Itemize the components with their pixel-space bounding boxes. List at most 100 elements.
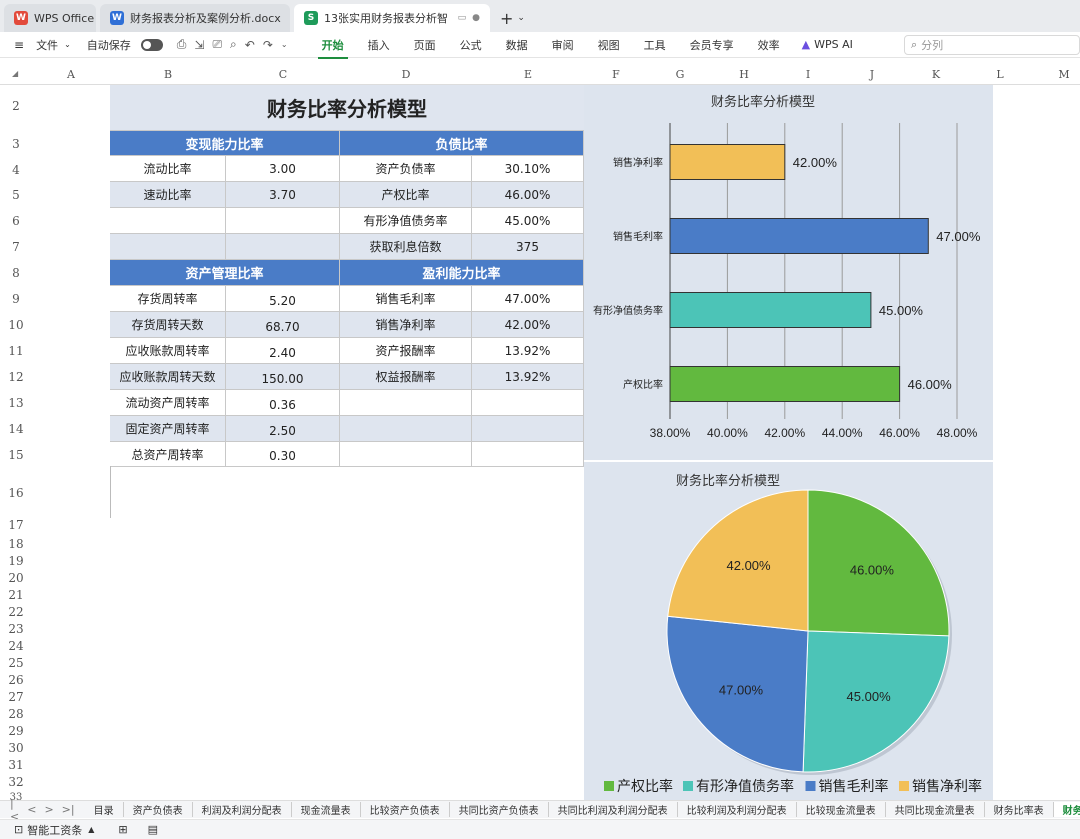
print-preview-icon[interactable]: ⌕ (226, 37, 241, 52)
bar-chart[interactable]: 财务比率分析模型 38.00% 40.00% 42.00% 44.00% 46.00% 4… (584, 85, 993, 460)
column-header-d[interactable]: D (340, 65, 472, 85)
row-header[interactable]: 3 (0, 137, 32, 151)
row-header[interactable]: 18 (0, 537, 32, 551)
ratio-value-cell[interactable]: 30.10% (472, 156, 584, 182)
ratio-name-cell[interactable]: 权益报酬率 (340, 364, 472, 390)
pie-chart[interactable]: 财务比率分析模型 46.00% 45.00% 47.00% 42.00% 产权比率 有形净… (584, 462, 993, 800)
next-sheet-icon[interactable]: > (40, 803, 57, 816)
column-header-a[interactable]: A (32, 65, 110, 85)
menu-review[interactable]: 审阅 (540, 37, 586, 53)
menu-member[interactable]: 会员专享 (678, 37, 746, 53)
row-header[interactable]: 28 (0, 707, 32, 721)
row-header[interactable]: 15 (0, 448, 32, 462)
sheet-tab-active[interactable]: 财务比率 (1053, 802, 1080, 817)
row-header[interactable]: 10 (0, 318, 32, 332)
tab-wps-office[interactable]: W WPS Office (4, 4, 96, 32)
row-header[interactable]: 2 (0, 99, 32, 113)
column-header-h[interactable]: H (712, 65, 776, 85)
tab-word-document[interactable]: W 财务报表分析及案例分析.docx ● (100, 4, 290, 32)
sheet-tab[interactable]: 利润及利润分配表 (193, 802, 292, 817)
row-header[interactable]: 27 (0, 690, 32, 704)
row-header[interactable]: 20 (0, 571, 32, 585)
ratio-value-cell[interactable]: 68.70 (226, 312, 340, 338)
empty-cell[interactable] (110, 208, 226, 234)
export-icon[interactable]: ⇲ (190, 38, 208, 52)
chevron-down-icon[interactable]: ⌄ (64, 40, 81, 49)
ratio-value-cell[interactable]: 2.40 (226, 338, 340, 364)
undo-icon[interactable]: ↶ (241, 38, 259, 52)
redo-icon[interactable]: ↷ (259, 38, 277, 52)
menu-home[interactable]: 开始 (310, 37, 356, 59)
column-header-b[interactable]: B (110, 65, 226, 85)
ratio-name-cell[interactable]: 获取利息倍数 (340, 234, 472, 260)
select-all-corner[interactable]: ◢ (12, 69, 18, 78)
sheet-tab[interactable]: 共同比现金流量表 (886, 802, 985, 817)
column-header-e[interactable]: E (472, 65, 584, 85)
search-input[interactable]: ⌕ 分列 (904, 35, 1080, 55)
ratio-name-cell[interactable]: 存货周转率 (110, 286, 226, 312)
ratio-name-cell[interactable]: 销售毛利率 (340, 286, 472, 312)
section-header-debt[interactable]: 负债比率 (340, 131, 584, 156)
sheet-tab[interactable]: 共同比资产负债表 (450, 802, 549, 817)
column-header-g[interactable]: G (648, 65, 712, 85)
row-header[interactable]: 24 (0, 639, 32, 653)
new-tab-button[interactable]: + ⌄ (494, 4, 531, 32)
column-header-m[interactable]: M (1032, 65, 1080, 85)
ratio-name-cell[interactable]: 速动比率 (110, 182, 226, 208)
menu-tools[interactable]: 工具 (632, 37, 678, 53)
column-header-j[interactable]: J (840, 65, 904, 85)
ratio-name-cell[interactable]: 销售净利率 (340, 312, 472, 338)
more-chevron-icon[interactable]: ⌄ (277, 40, 292, 49)
empty-cell[interactable] (226, 208, 340, 234)
row-header[interactable]: 16 (0, 486, 32, 500)
ratio-value-cell[interactable]: 47.00% (472, 286, 584, 312)
sheet-tab[interactable]: 现金流量表 (292, 802, 361, 817)
save-icon[interactable]: ⎙ (173, 37, 191, 52)
row-header[interactable]: 12 (0, 370, 32, 384)
row-header[interactable]: 13 (0, 396, 32, 410)
ratio-value-cell[interactable]: 3.00 (226, 156, 340, 182)
ratio-name-cell[interactable]: 流动资产周转率 (110, 390, 226, 416)
tab-spreadsheet[interactable]: S 13张实用财务报表分析智能图 ▭ ● (294, 4, 490, 32)
column-header-l[interactable]: L (968, 65, 1032, 85)
ratio-name-cell[interactable]: 流动比率 (110, 156, 226, 182)
autosave-toggle[interactable] (140, 38, 163, 51)
row-header[interactable]: 22 (0, 605, 32, 619)
row-header[interactable]: 5 (0, 188, 32, 202)
prev-sheet-icon[interactable]: < (23, 803, 40, 816)
ratio-value-cell[interactable]: 0.30 (226, 442, 340, 467)
row-header[interactable]: 19 (0, 554, 32, 568)
column-header-i[interactable]: I (776, 65, 840, 85)
empty-cell[interactable] (340, 390, 472, 416)
last-sheet-icon[interactable]: >| (58, 803, 79, 816)
row-header[interactable]: 23 (0, 622, 32, 636)
ratio-value-cell[interactable]: 5.20 (226, 286, 340, 312)
empty-cell[interactable] (226, 234, 340, 260)
ratio-value-cell[interactable]: 46.00% (472, 182, 584, 208)
empty-cell[interactable] (110, 234, 226, 260)
row-header[interactable]: 4 (0, 163, 32, 177)
menu-page[interactable]: 页面 (402, 37, 448, 53)
menu-efficiency[interactable]: 效率 (746, 37, 792, 53)
row-header[interactable]: 21 (0, 588, 32, 602)
layout-icon[interactable]: ⊞ (118, 823, 127, 836)
menu-insert[interactable]: 插入 (356, 37, 402, 53)
caret-up-icon[interactable]: ▲ (88, 825, 94, 834)
empty-cell[interactable] (472, 442, 584, 467)
menu-formula[interactable]: 公式 (448, 37, 494, 53)
ratio-name-cell[interactable]: 资产报酬率 (340, 338, 472, 364)
menu-view[interactable]: 视图 (586, 37, 632, 53)
ratio-name-cell[interactable]: 存货周转天数 (110, 312, 226, 338)
ratio-value-cell[interactable]: 2.50 (226, 416, 340, 442)
ratio-name-cell[interactable]: 应收账款周转率 (110, 338, 226, 364)
row-header[interactable]: 11 (0, 344, 32, 358)
empty-cell[interactable] (472, 416, 584, 442)
workbench-label[interactable]: 智能工资条 (27, 822, 82, 838)
column-header-k[interactable]: K (904, 65, 968, 85)
print-icon[interactable]: ⎚ (208, 37, 226, 52)
sheet-title[interactable]: 财务比率分析模型 (110, 85, 584, 131)
ratio-value-cell[interactable]: 150.00 (226, 364, 340, 390)
sheet-tab[interactable]: 目录 (85, 802, 124, 817)
sheet-tab[interactable]: 比较资产负债表 (361, 802, 450, 817)
ratio-name-cell[interactable]: 总资产周转率 (110, 442, 226, 467)
